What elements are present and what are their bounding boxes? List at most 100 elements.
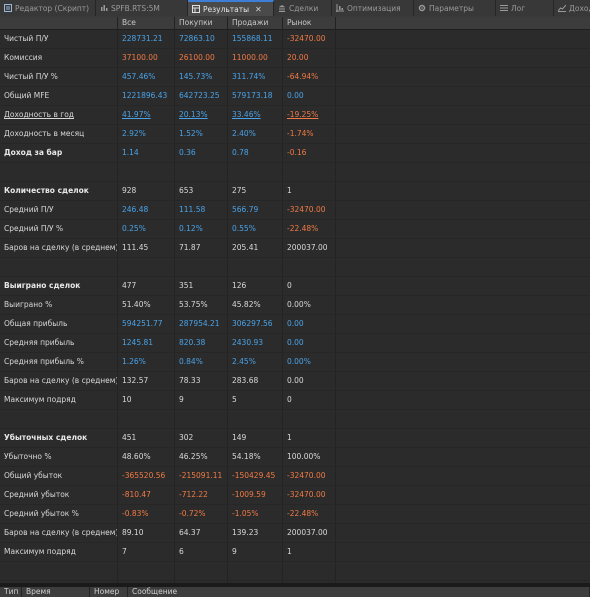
cell-all: 7 bbox=[118, 543, 175, 561]
header-cell-label[interactable] bbox=[0, 17, 118, 29]
header-cell-market[interactable]: Рынок bbox=[283, 17, 336, 29]
table-row[interactable]: Максимум подряд 10 9 5 0 bbox=[0, 391, 590, 410]
row-label: Средняя прибыль bbox=[0, 334, 118, 352]
table-row[interactable]: Средний П/У % 0.25% 0.12% 0.55% -22.48% bbox=[0, 220, 590, 239]
cell-buys: 26100.00 bbox=[175, 49, 228, 67]
log-col-message[interactable]: Сообщение bbox=[128, 587, 590, 597]
row-label: Комиссия bbox=[0, 49, 118, 67]
header-cell-all[interactable]: Все bbox=[118, 17, 175, 29]
cell-market bbox=[283, 562, 336, 580]
tab-gear[interactable]: Параметры bbox=[414, 0, 496, 16]
cell-sells: 45.82% bbox=[228, 296, 283, 314]
table-row[interactable] bbox=[0, 258, 590, 277]
cell-market: 0 bbox=[283, 391, 336, 409]
cell-all: 37100.00 bbox=[118, 49, 175, 67]
cell-market: 0.00 bbox=[283, 315, 336, 333]
table-row[interactable]: Общий убыток -365520.56 -215091.11 -150429.… bbox=[0, 467, 590, 486]
table-row[interactable]: Общая прибыль 594251.77 287954.21 306297.56… bbox=[0, 315, 590, 334]
header-cell-sells[interactable]: Продажи bbox=[228, 17, 283, 29]
cell-buys: -0.72% bbox=[175, 505, 228, 523]
table-row[interactable]: Доходность в месяц 2.92% 1.52% 2.40% -1.74% bbox=[0, 125, 590, 144]
cell-all: 132.57 bbox=[118, 372, 175, 390]
tab-label: Параметры bbox=[429, 3, 474, 13]
log-col-number[interactable]: Номер bbox=[90, 587, 128, 597]
cell-sells bbox=[228, 410, 283, 428]
tab-editor[interactable]: Редактор (Скрипт) bbox=[0, 0, 96, 16]
row-label: Общий MFE bbox=[0, 87, 118, 105]
table-body: Чистый П/У 228731.21 72863.10 155868.11 -324… bbox=[0, 30, 590, 584]
tab-label: SPFB.RTS:5M bbox=[111, 3, 160, 13]
cell-all: 928 bbox=[118, 182, 175, 200]
log-col-type[interactable]: Тип bbox=[0, 587, 22, 597]
row-label: Доход за бар bbox=[0, 144, 118, 162]
results-icon bbox=[192, 5, 200, 13]
close-tab-icon[interactable]: ✕ bbox=[255, 5, 262, 14]
table-row[interactable]: Общий MFE 1221896.43 642723.25 579173.18 0.0… bbox=[0, 87, 590, 106]
table-row[interactable]: Средний П/У 246.48 111.58 566.79 -32470.00 bbox=[0, 201, 590, 220]
cell-buys: 642723.25 bbox=[175, 87, 228, 105]
table-row[interactable]: Выиграно сделок 477 351 126 0 bbox=[0, 277, 590, 296]
cell-all: 246.48 bbox=[118, 201, 175, 219]
table-row[interactable] bbox=[0, 562, 590, 581]
table-row[interactable]: Средний убыток % -0.83% -0.72% -1.05% -22.48… bbox=[0, 505, 590, 524]
table-row[interactable]: Доход за бар 1.14 0.36 0.78 -0.16 bbox=[0, 144, 590, 163]
table-row[interactable] bbox=[0, 163, 590, 182]
cell-all: 0.25% bbox=[118, 220, 175, 238]
log-icon bbox=[500, 4, 508, 12]
cell-sells: 2.45% bbox=[228, 353, 283, 371]
cell-all: 51.40% bbox=[118, 296, 175, 314]
cell-sells: -1.05% bbox=[228, 505, 283, 523]
cell-sells: 54.18% bbox=[228, 448, 283, 466]
cell-sells: 205.41 bbox=[228, 239, 283, 257]
cell-market: -19.25% bbox=[283, 106, 336, 124]
table-row[interactable]: Средняя прибыль 1245.81 820.38 2430.93 0.00 bbox=[0, 334, 590, 353]
cell-buys: 653 bbox=[175, 182, 228, 200]
cell-all bbox=[118, 258, 175, 276]
cell-buys: 145.73% bbox=[175, 68, 228, 86]
tab-chart[interactable]: SPFB.RTS:5M bbox=[96, 0, 188, 16]
tab-optimization[interactable]: Оптимизация bbox=[332, 0, 414, 16]
cell-market bbox=[283, 163, 336, 181]
cell-buys: 351 bbox=[175, 277, 228, 295]
cell-buys bbox=[175, 410, 228, 428]
table-row[interactable]: Количество сделок 928 653 275 1 bbox=[0, 182, 590, 201]
cell-sells: 149 bbox=[228, 429, 283, 447]
row-label: Убыточно % bbox=[0, 448, 118, 466]
table-row[interactable]: Убыточно % 48.60% 46.25% 54.18% 100.00% bbox=[0, 448, 590, 467]
table-row[interactable]: Доходность в год 41.97% 20.13% 33.46% -19.25… bbox=[0, 106, 590, 125]
table-row[interactable] bbox=[0, 410, 590, 429]
table-row[interactable]: Баров на сделку (в среднем) 111.45 71.87 20… bbox=[0, 239, 590, 258]
cell-sells: 139.23 bbox=[228, 524, 283, 542]
tab-results[interactable]: Результаты ✕ bbox=[188, 0, 274, 16]
row-label: Выиграно сделок bbox=[0, 277, 118, 295]
cell-buys: 302 bbox=[175, 429, 228, 447]
cell-sells: 275 bbox=[228, 182, 283, 200]
tab-label: Результаты bbox=[203, 4, 250, 14]
table-row[interactable]: Чистый П/У % 457.46% 145.73% 311.74% -64.94% bbox=[0, 68, 590, 87]
cell-market: 0.00 bbox=[283, 372, 336, 390]
header-cell-buys[interactable]: Покупки bbox=[175, 17, 228, 29]
tab-income-chart[interactable]: Доход bbox=[554, 0, 590, 16]
table-row[interactable]: Баров на сделку (в среднем) 132.57 78.33 28… bbox=[0, 372, 590, 391]
tab-label: Редактор (Скрипт) bbox=[15, 3, 90, 13]
table-row[interactable]: Выиграно % 51.40% 53.75% 45.82% 0.00% bbox=[0, 296, 590, 315]
table-row[interactable]: Комиссия 37100.00 26100.00 11000.00 20.00 bbox=[0, 49, 590, 68]
table-row[interactable]: Убыточных сделок 451 302 149 1 bbox=[0, 429, 590, 448]
table-row[interactable]: Средняя прибыль % 1.26% 0.84% 2.45% 0.00% bbox=[0, 353, 590, 372]
table-row[interactable]: Максимум подряд 7 6 9 1 bbox=[0, 543, 590, 562]
cell-buys: 820.38 bbox=[175, 334, 228, 352]
tab-log[interactable]: Лог bbox=[496, 0, 554, 16]
cell-buys: 46.25% bbox=[175, 448, 228, 466]
cell-market: -32470.00 bbox=[283, 467, 336, 485]
cell-market: 100.00% bbox=[283, 448, 336, 466]
row-label bbox=[0, 410, 118, 428]
gear-icon bbox=[418, 4, 426, 12]
tab-label: Оптимизация bbox=[347, 3, 401, 13]
tab-trades[interactable]: Сделки bbox=[274, 0, 332, 16]
table-row[interactable]: Баров на сделку (в среднем) 89.10 64.37 139… bbox=[0, 524, 590, 543]
cell-sells bbox=[228, 258, 283, 276]
table-row[interactable]: Средний убыток -810.47 -712.22 -1009.59 -324… bbox=[0, 486, 590, 505]
log-col-time[interactable]: Время bbox=[22, 587, 90, 597]
cell-market: 0.00 bbox=[283, 87, 336, 105]
table-row[interactable]: Чистый П/У 228731.21 72863.10 155868.11 -324… bbox=[0, 30, 590, 49]
